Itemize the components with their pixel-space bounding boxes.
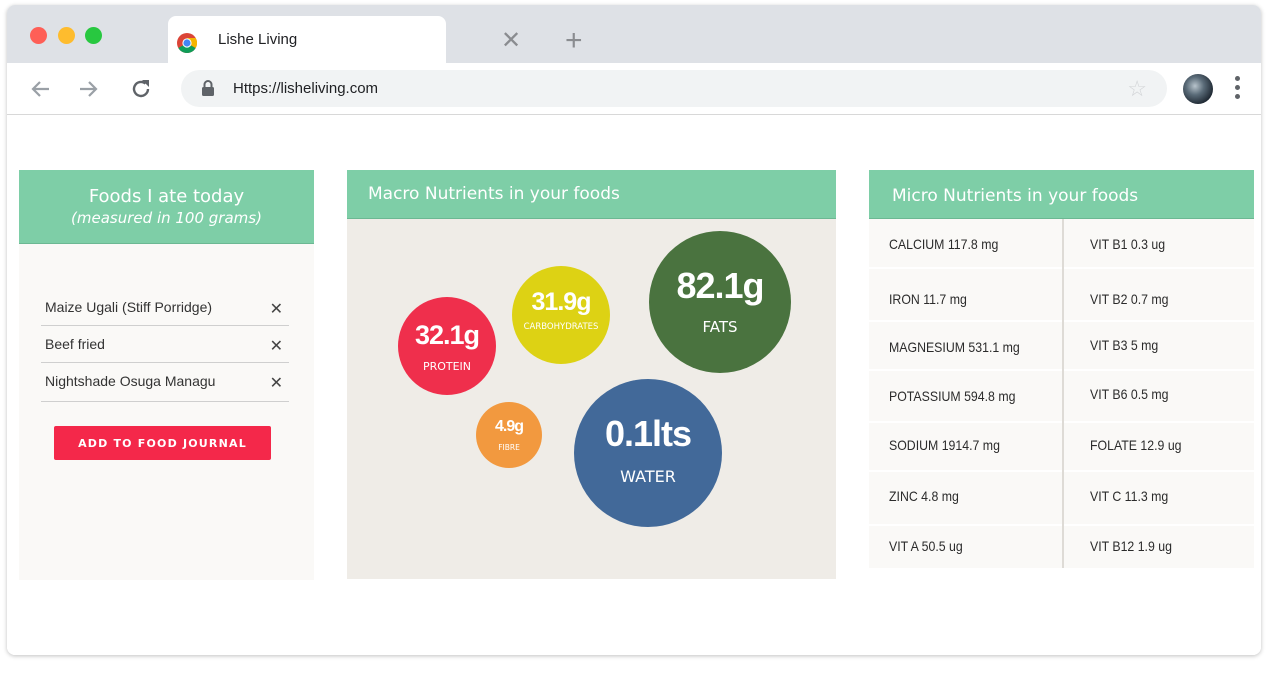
micro-value: VIT B12 1.9 ug	[1090, 538, 1172, 554]
add-to-food-journal-button[interactable]: ADD TO FOOD JOURNAL	[54, 426, 271, 460]
micro-value: VIT C 11.3 mg	[1090, 488, 1169, 504]
maximize-window-button[interactable]	[85, 27, 102, 44]
foods-panel-header: Foods I ate today (measured in 100 grams…	[19, 170, 314, 244]
remove-food-icon[interactable]: ✕	[270, 299, 283, 319]
address-bar[interactable]: Https://lisheliving.com ☆	[181, 70, 1167, 107]
micro-value: POTASSIUM 594.8 mg	[889, 388, 1016, 404]
page-content: Foods I ate today (measured in 100 grams…	[7, 115, 1261, 655]
macro-nutrients-panel: Macro Nutrients in your foods 32.1g PROT…	[347, 170, 836, 579]
micro-value: ZINC 4.8 mg	[889, 488, 959, 504]
protein-bubble: 32.1g PROTEIN	[398, 297, 496, 395]
micro-panel-title: Micro Nutrients in your foods	[892, 186, 1139, 206]
food-item: Nightshade Osuga Managu ✕	[41, 363, 289, 402]
minimize-window-button[interactable]	[58, 27, 75, 44]
micro-nutrients-panel: Micro Nutrients in your foods CALCIUM 11…	[869, 170, 1254, 568]
reload-icon[interactable]	[129, 77, 153, 101]
micro-value: VIT A 50.5 ug	[889, 538, 963, 554]
column-divider	[1062, 219, 1064, 568]
food-item-name: Maize Ugali (Stiff Porridge)	[45, 299, 213, 315]
browser-tab[interactable]: Lishe Living	[168, 16, 446, 63]
protein-value: 32.1g	[414, 320, 480, 350]
foods-panel: Foods I ate today (measured in 100 grams…	[19, 170, 314, 580]
new-tab-icon[interactable]: +	[565, 26, 583, 56]
food-item-name: Nightshade Osuga Managu	[45, 373, 216, 389]
water-label: WATER	[620, 467, 676, 486]
foods-panel-subtitle: (measured in 100 grams)	[71, 209, 262, 227]
fats-bubble: 82.1g FATS	[649, 231, 791, 373]
macro-panel-header: Macro Nutrients in your foods	[347, 170, 836, 219]
water-bubble: 0.1lts WATER	[574, 379, 722, 527]
fats-label: FATS	[702, 318, 738, 336]
lock-icon	[202, 80, 214, 96]
micro-value: MAGNESIUM 531.1 mg	[889, 339, 1020, 355]
foods-panel-title: Foods I ate today	[88, 186, 245, 207]
carbohydrates-label: CARBOHYDRATES	[523, 322, 599, 332]
food-list: Maize Ugali (Stiff Porridge) ✕ Beef frie…	[41, 283, 289, 402]
browser-toolbar: Https://lisheliving.com ☆	[7, 63, 1261, 115]
fibre-label: FIBRE	[498, 443, 520, 452]
url-text[interactable]: Https://lisheliving.com	[233, 80, 378, 97]
fibre-value: 4.9g	[494, 418, 524, 435]
carbohydrates-value: 31.9g	[531, 288, 592, 316]
food-item-name: Beef fried	[45, 336, 105, 352]
water-value: 0.1lts	[604, 413, 692, 454]
micro-value: FOLATE 12.9 ug	[1090, 437, 1182, 453]
protein-label: PROTEIN	[422, 360, 472, 373]
micro-value: VIT B3 5 mg	[1090, 337, 1159, 353]
browser-window: Lishe Living ✕ + Https://lisheliving.com…	[7, 5, 1261, 655]
more-menu-icon[interactable]	[1235, 76, 1241, 102]
tab-bar: Lishe Living ✕ +	[7, 5, 1261, 63]
micro-value: VIT B1 0.3 ug	[1090, 236, 1166, 252]
forward-arrow-icon[interactable]	[76, 77, 100, 101]
food-item: Beef fried ✕	[41, 326, 289, 363]
remove-food-icon[interactable]: ✕	[270, 336, 283, 356]
carbohydrates-bubble: 31.9g CARBOHYDRATES	[512, 266, 610, 364]
chrome-icon	[177, 33, 197, 53]
back-arrow-icon[interactable]	[29, 77, 53, 101]
tab-title: Lishe Living	[218, 31, 298, 48]
close-window-button[interactable]	[30, 27, 47, 44]
fats-value: 82.1g	[676, 265, 764, 306]
bookmark-star-icon[interactable]: ☆	[1127, 76, 1147, 102]
micro-value: IRON 11.7 mg	[889, 291, 967, 307]
remove-food-icon[interactable]: ✕	[270, 373, 283, 393]
close-tab-icon[interactable]: ✕	[501, 29, 521, 53]
micro-value: CALCIUM 117.8 mg	[889, 236, 999, 252]
micro-panel-header: Micro Nutrients in your foods	[869, 170, 1254, 219]
macro-panel-title: Macro Nutrients in your foods	[368, 184, 620, 204]
micro-value: VIT B6 0.5 mg	[1090, 386, 1169, 402]
micro-value: SODIUM 1914.7 mg	[889, 437, 1000, 453]
micro-value: VIT B2 0.7 mg	[1090, 291, 1169, 307]
fibre-bubble: 4.9g FIBRE	[476, 402, 542, 468]
profile-avatar[interactable]	[1183, 74, 1213, 104]
food-item: Maize Ugali (Stiff Porridge) ✕	[41, 283, 289, 326]
